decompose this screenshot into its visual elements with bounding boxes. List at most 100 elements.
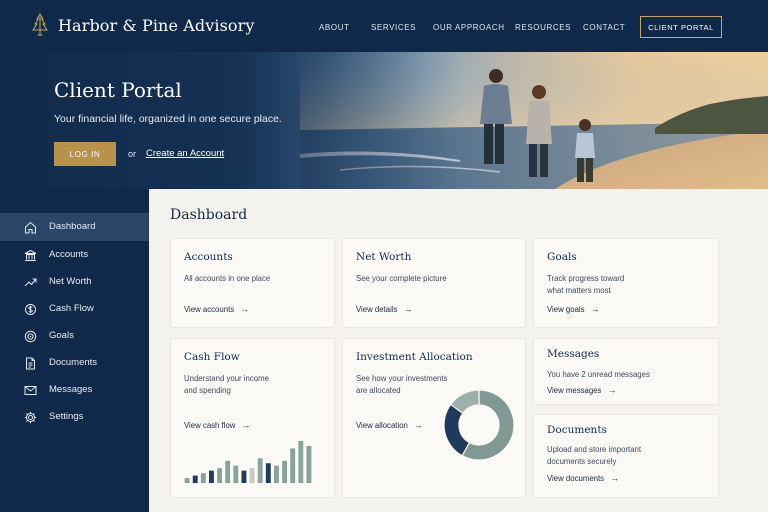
pine-tree-icon bbox=[32, 13, 48, 37]
gear-icon bbox=[24, 411, 37, 424]
arrow-right-icon: → bbox=[590, 304, 600, 314]
brand-name: Harbor & Pine Advisory bbox=[58, 15, 255, 35]
sidebar-item-cash-flow[interactable]: Cash Flow bbox=[0, 295, 149, 323]
nav-our-approach[interactable]: OUR APPROACH bbox=[433, 23, 505, 32]
view-documents-link[interactable]: View documents → bbox=[547, 473, 619, 483]
envelope-icon bbox=[24, 386, 37, 395]
sidebar-item-accounts[interactable]: Accounts bbox=[0, 241, 149, 269]
view-messages-link[interactable]: View messages → bbox=[547, 385, 616, 395]
card-title: Investment Allocation bbox=[356, 351, 473, 363]
trending-up-icon bbox=[24, 278, 37, 287]
cash-flow-bar bbox=[217, 468, 223, 483]
cash-flow-bar bbox=[274, 465, 279, 483]
allocation-donut-chart bbox=[443, 389, 515, 461]
hero-banner: Client Portal Your financial life, organ… bbox=[0, 52, 768, 189]
sidebar-item-documents[interactable]: Documents bbox=[0, 349, 149, 377]
link-label: View documents bbox=[547, 474, 605, 483]
documents-card: Documents Upload and store important docu… bbox=[533, 414, 719, 498]
investment-allocation-card: Investment Allocation See how your inves… bbox=[342, 338, 526, 498]
cash-flow-bar bbox=[241, 470, 247, 483]
top-navigation-bar: Harbor & Pine Advisory ABOUT SERVICES OU… bbox=[0, 0, 768, 52]
target-icon bbox=[24, 330, 37, 343]
link-label: View allocation bbox=[356, 421, 408, 430]
sidebar-item-dashboard[interactable]: Dashboard bbox=[0, 213, 149, 241]
cash-flow-card: Cash Flow Understand your income and spen… bbox=[170, 338, 335, 498]
card-description: You have 2 unread messages bbox=[547, 370, 650, 379]
card-description: Upload and store important documents secu… bbox=[547, 444, 641, 468]
sidebar-item-label: Goals bbox=[49, 330, 74, 341]
view-cash-flow-link[interactable]: View cash flow → bbox=[184, 420, 250, 430]
description-line: Track progress toward bbox=[547, 274, 625, 283]
bank-icon bbox=[24, 249, 37, 261]
card-title: Net Worth bbox=[356, 251, 412, 263]
cash-flow-bar bbox=[233, 465, 239, 483]
client-portal-button[interactable]: CLIENT PORTAL bbox=[640, 16, 722, 38]
nav-resources[interactable]: RESOURCES bbox=[515, 23, 571, 32]
home-icon bbox=[25, 221, 36, 234]
sidebar-item-label: Dashboard bbox=[49, 221, 96, 232]
cash-flow-bar bbox=[306, 445, 312, 483]
sidebar-item-label: Net Worth bbox=[49, 276, 92, 287]
description-line: are allocated bbox=[356, 386, 401, 395]
cash-flow-bar bbox=[265, 463, 271, 483]
link-label: View cash flow bbox=[184, 421, 236, 430]
card-title: Documents bbox=[547, 424, 607, 436]
sidebar-item-settings[interactable]: Settings bbox=[0, 403, 149, 431]
nav-about[interactable]: ABOUT bbox=[319, 23, 350, 32]
card-title: Goals bbox=[547, 251, 577, 263]
net-worth-card: Net Worth See your complete picture View… bbox=[342, 238, 526, 328]
brand[interactable]: Harbor & Pine Advisory bbox=[32, 13, 255, 37]
cash-flow-bar bbox=[184, 478, 190, 483]
sidebar: Dashboard Accounts Net Worth Cash Flow G… bbox=[0, 189, 149, 512]
sidebar-item-label: Messages bbox=[49, 384, 93, 395]
or-separator: or bbox=[128, 149, 137, 159]
sidebar-item-label: Settings bbox=[49, 411, 84, 422]
card-title: Messages bbox=[547, 348, 600, 360]
log-in-button[interactable]: LOG IN bbox=[54, 142, 116, 166]
card-description: Track progress toward what matters most bbox=[547, 273, 624, 297]
hero-subtitle: Your financial life, organized in one se… bbox=[54, 113, 282, 125]
card-description: See your complete picture bbox=[356, 274, 447, 283]
arrow-right-icon: → bbox=[610, 473, 620, 483]
description-line: what matters most bbox=[547, 286, 611, 295]
sidebar-item-goals[interactable]: Goals bbox=[0, 322, 149, 350]
sidebar-item-label: Accounts bbox=[49, 249, 89, 260]
link-label: View messages bbox=[547, 386, 602, 395]
arrow-right-icon: → bbox=[413, 420, 423, 430]
accounts-card: Accounts All accounts in one place View … bbox=[170, 238, 335, 328]
view-allocation-link[interactable]: View allocation → bbox=[356, 420, 423, 430]
view-details-link[interactable]: View details → bbox=[356, 304, 412, 314]
link-label: View accounts bbox=[184, 305, 235, 314]
sidebar-item-label: Documents bbox=[49, 357, 98, 368]
cash-flow-bar bbox=[290, 448, 296, 483]
nav-contact[interactable]: CONTACT bbox=[583, 23, 625, 32]
cash-flow-bar bbox=[298, 441, 304, 483]
arrow-right-icon: → bbox=[403, 304, 413, 314]
sidebar-item-label: Cash Flow bbox=[49, 303, 94, 314]
view-accounts-link[interactable]: View accounts → bbox=[184, 304, 249, 314]
card-title: Cash Flow bbox=[184, 351, 240, 363]
description-line: Upload and store important bbox=[547, 445, 642, 454]
cash-flow-icon bbox=[25, 304, 36, 315]
sidebar-item-messages[interactable]: Messages bbox=[0, 376, 149, 404]
card-description: See how your investments are allocated bbox=[356, 373, 447, 397]
arrow-right-icon: → bbox=[241, 420, 251, 430]
card-description: Understand your income and spending bbox=[184, 373, 269, 397]
page-title: Dashboard bbox=[170, 207, 248, 223]
cash-flow-bar bbox=[249, 468, 255, 483]
card-title: Accounts bbox=[184, 251, 233, 263]
document-icon bbox=[26, 357, 35, 370]
card-description: All accounts in one place bbox=[184, 274, 271, 283]
hero-title: Client Portal bbox=[54, 78, 182, 102]
allocation-slice bbox=[443, 403, 471, 457]
view-goals-link[interactable]: View goals → bbox=[547, 304, 600, 314]
cash-flow-bar bbox=[257, 458, 263, 483]
goals-card: Goals Track progress toward what matters … bbox=[533, 238, 719, 328]
sidebar-item-net-worth[interactable]: Net Worth bbox=[0, 268, 149, 296]
description-line: and spending bbox=[184, 386, 231, 395]
cash-flow-bar-chart bbox=[184, 441, 312, 483]
create-account-link[interactable]: Create an Account bbox=[146, 148, 224, 159]
dashboard-main: Dashboard Accounts All accounts in one p… bbox=[149, 189, 768, 512]
nav-services[interactable]: SERVICES bbox=[371, 23, 416, 32]
cash-flow-bar bbox=[192, 475, 198, 483]
